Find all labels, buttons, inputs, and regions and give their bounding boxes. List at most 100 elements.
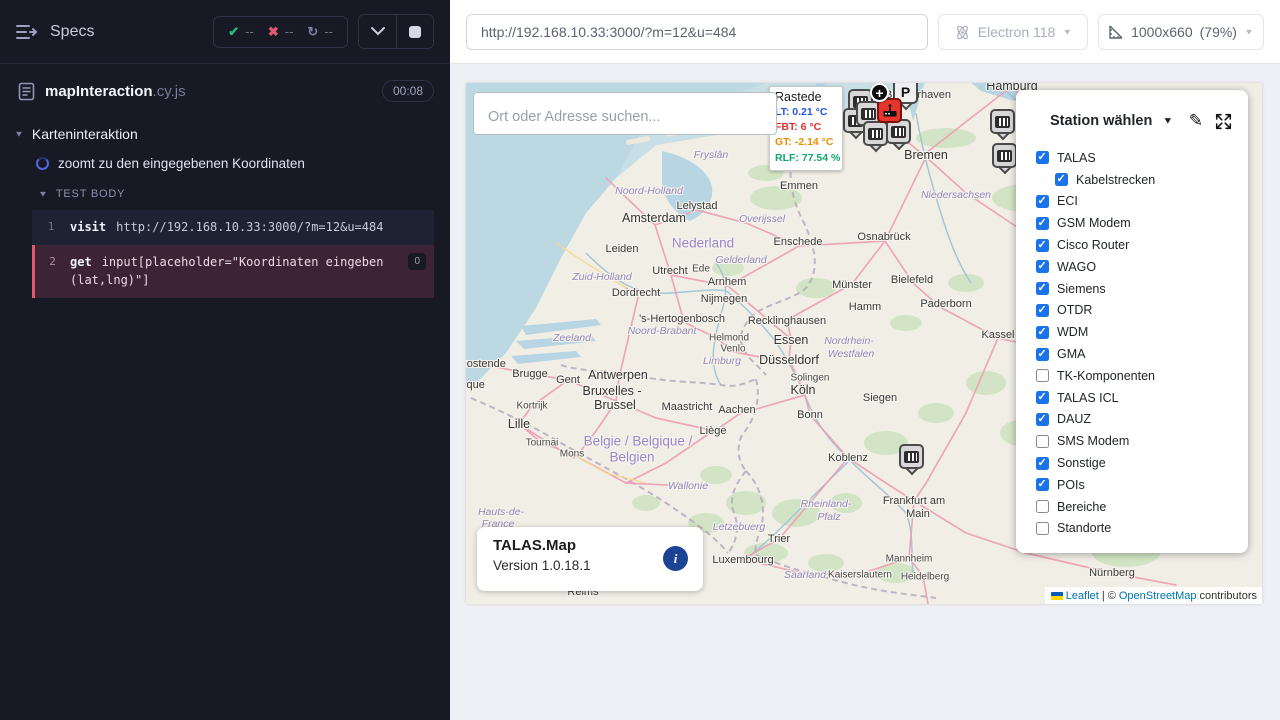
checkbox[interactable] — [1036, 500, 1049, 513]
checkbox[interactable] — [1036, 391, 1049, 404]
edit-pencil-icon[interactable]: ✎ — [1189, 111, 1203, 131]
station-filter-wago[interactable]: WAGO — [1036, 256, 1248, 278]
stop-icon — [409, 26, 421, 38]
station-marker[interactable] — [899, 444, 924, 469]
station-marker[interactable] — [992, 143, 1017, 168]
station-filter-pois[interactable]: POIs — [1036, 474, 1248, 496]
suite-karteninteraktion[interactable]: ▼ Karteninteraktion — [0, 116, 450, 148]
stop-button[interactable] — [396, 15, 433, 48]
checkbox[interactable] — [1036, 369, 1049, 382]
ruler-icon — [1108, 24, 1124, 40]
checkbox-label: Sonstige — [1057, 456, 1106, 470]
station-filter-gma[interactable]: GMA — [1036, 343, 1248, 365]
checkbox[interactable] — [1036, 435, 1049, 448]
app-version: Version 1.0.18.1 — [493, 558, 689, 573]
command-message: input[placeholder="Koordinaten eingeben … — [70, 255, 383, 288]
checkbox-label: TALAS — [1057, 151, 1096, 165]
chevron-down-icon[interactable]: ▼ — [1162, 116, 1173, 126]
checkbox[interactable] — [1036, 151, 1049, 164]
checkbox[interactable] — [1036, 282, 1049, 295]
chevron-down-icon: ▼ — [1244, 28, 1254, 37]
checkbox[interactable] — [1036, 260, 1049, 273]
search-placeholder: Ort oder Adresse suchen... — [488, 103, 660, 125]
osm-link[interactable]: OpenStreetMap — [1119, 590, 1197, 602]
spec-timer: 00:08 — [382, 80, 434, 102]
station-filter-sonstige[interactable]: Sonstige — [1036, 452, 1248, 474]
command-log: 1 visithttp://192.168.10.33:3000/?m=12&u… — [32, 210, 434, 298]
specs-menu-icon[interactable] — [16, 24, 38, 40]
command-visit[interactable]: 1 visithttp://192.168.10.33:3000/?m=12&u… — [32, 210, 434, 245]
checkbox-label: ECI — [1057, 194, 1078, 208]
leaflet-link[interactable]: Leaflet — [1066, 590, 1099, 602]
checkbox-label: Standorte — [1057, 521, 1111, 535]
tooltip-measurement: LT: 0.21 °C — [775, 105, 838, 120]
tooltip-measurement: GT: -2.14 °C — [775, 135, 838, 150]
info-icon[interactable]: i — [663, 546, 688, 571]
station-filter-gsm-modem[interactable]: GSM Modem — [1036, 212, 1248, 234]
checkbox[interactable] — [1036, 239, 1049, 252]
checkbox[interactable] — [1036, 522, 1049, 535]
checkbox-label: TK-Komponenten — [1057, 369, 1155, 383]
checkbox[interactable] — [1036, 195, 1049, 208]
checkbox-label: POIs — [1057, 478, 1085, 492]
command-method: visit — [70, 220, 106, 234]
station-filter-standorte[interactable]: Standorte — [1036, 518, 1248, 540]
station-filter-sms-modem[interactable]: SMS Modem — [1036, 430, 1248, 452]
collapse-button[interactable] — [359, 15, 396, 48]
station-select-dropdown[interactable]: Station wählen — [1050, 113, 1152, 129]
checkbox[interactable] — [1036, 457, 1049, 470]
station-panel-header: Station wählen ▼ ✎ — [1036, 111, 1248, 131]
url-input[interactable]: http://192.168.10.33:3000/?m=12&u=484 — [466, 14, 928, 50]
viewport-select[interactable]: 1000x660 (79%) ▼ — [1098, 14, 1264, 50]
tooltip-measurement: FBT: 6 °C — [775, 120, 838, 135]
station-marker[interactable] — [990, 109, 1015, 134]
checkbox[interactable] — [1036, 326, 1049, 339]
station-filter-cisco-router[interactable]: Cisco Router — [1036, 234, 1248, 256]
station-filter-siemens[interactable]: Siemens — [1036, 278, 1248, 300]
app-title: TALAS.Map — [493, 537, 689, 554]
spec-file-icon — [18, 82, 35, 101]
sidebar-header: Specs ✔-- ✖-- ↻-- — [0, 0, 450, 64]
checkbox-label: SMS Modem — [1057, 434, 1129, 448]
station-filter-wdm[interactable]: WDM — [1036, 321, 1248, 343]
specs-title: Specs — [50, 23, 94, 41]
version-card: TALAS.Map Version 1.0.18.1 i — [477, 527, 703, 591]
cypress-sidebar: Specs ✔-- ✖-- ↻-- mapInteraction .cy.js … — [0, 0, 450, 720]
expand-icon[interactable] — [1215, 113, 1232, 130]
checkbox[interactable] — [1036, 348, 1049, 361]
checkbox[interactable] — [1036, 478, 1049, 491]
station-filter-eci[interactable]: ECI — [1036, 191, 1248, 213]
test-body-toggle[interactable]: ▼ TEST BODY — [0, 179, 450, 208]
checkbox-label: WAGO — [1057, 260, 1096, 274]
checkbox[interactable] — [1036, 413, 1049, 426]
station-filter-talas-icl[interactable]: TALAS ICL — [1036, 387, 1248, 409]
station-marker[interactable] — [863, 121, 888, 146]
station-filter-bereiche[interactable]: Bereiche — [1036, 496, 1248, 518]
browser-select[interactable]: Electron 118 ▼ — [938, 14, 1088, 50]
runner-url-bar: http://192.168.10.33:3000/?m=12&u=484 El… — [450, 0, 1280, 64]
station-filter-talas[interactable]: TALAS — [1036, 147, 1248, 169]
spec-row[interactable]: mapInteraction .cy.js 00:08 — [0, 64, 450, 116]
checkbox[interactable] — [1055, 173, 1068, 186]
spec-extension: .cy.js — [153, 83, 186, 100]
map-search-input[interactable]: Ort oder Adresse suchen... — [473, 92, 777, 135]
checkbox-label: Kabelstrecken — [1076, 173, 1155, 187]
station-filter-kabelstrecken[interactable]: Kabelstrecken — [1036, 169, 1248, 191]
checkbox[interactable] — [1036, 217, 1049, 230]
chevron-down-icon: ▼ — [38, 190, 48, 199]
station-filter-dauz[interactable]: DAUZ — [1036, 409, 1248, 431]
stat-passed: ✔-- — [228, 24, 254, 40]
station-filter-panel: Station wählen ▼ ✎ TALAS Kabelstrecken ECI… — [1016, 90, 1248, 553]
station-filter-tk-komponenten[interactable]: TK-Komponenten — [1036, 365, 1248, 387]
test-row[interactable]: zoomt zu den eingegebenen Koordinaten — [0, 148, 450, 179]
cluster-plus-marker[interactable]: + — [870, 83, 889, 102]
test-stats: ✔-- ✖-- ↻-- — [213, 16, 348, 48]
checkbox-label: GSM Modem — [1057, 216, 1131, 230]
running-spinner-icon — [36, 157, 49, 170]
map-viewport[interactable]: HamburgBremerhavenBremenEmmenFryslânNoor… — [466, 83, 1262, 604]
chevron-down-icon: ▼ — [1062, 28, 1072, 37]
command-get[interactable]: 2 getinput[placeholder="Koordinaten eing… — [32, 245, 434, 298]
station-filter-otdr[interactable]: OTDR — [1036, 300, 1248, 322]
electron-icon — [954, 24, 971, 41]
checkbox[interactable] — [1036, 304, 1049, 317]
